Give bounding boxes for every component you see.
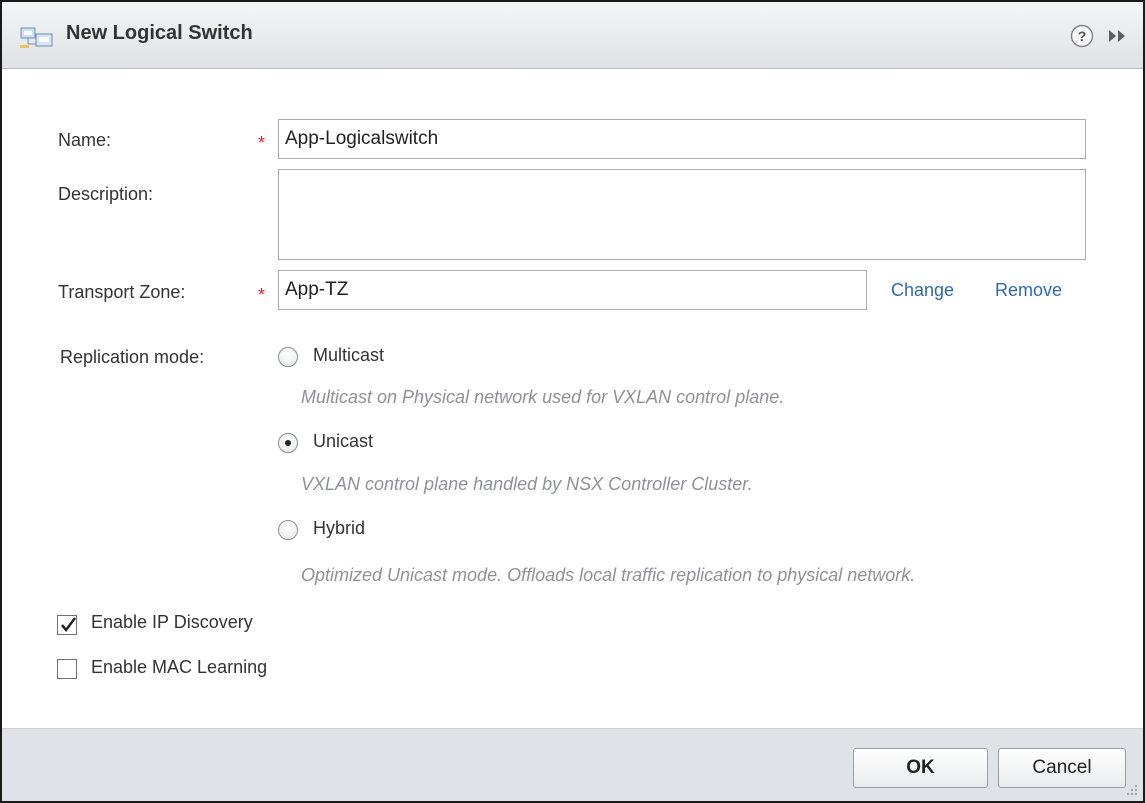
checkmark-icon — [61, 617, 76, 632]
cancel-button[interactable]: Cancel — [998, 748, 1126, 788]
transport-zone-required-marker: * — [258, 285, 266, 305]
logical-switch-icon — [20, 26, 54, 48]
transport-zone-field[interactable] — [278, 270, 867, 310]
hybrid-hint: Optimized Unicast mode. Offloads local t… — [301, 565, 916, 585]
name-field[interactable] — [278, 119, 1086, 159]
replication-mode-label: Replication mode: — [60, 347, 205, 367]
new-logical-switch-dialog: New Logical Switch ? Name: * Description… — [0, 0, 1145, 803]
dialog-titlebar: New Logical Switch ? — [2, 2, 1143, 69]
multicast-hint: Multicast on Physical network used for V… — [301, 387, 785, 407]
hybrid-label[interactable]: Hybrid — [313, 518, 365, 539]
dialog-title: New Logical Switch — [66, 22, 253, 44]
expand-icon[interactable] — [1107, 29, 1129, 43]
multicast-label[interactable]: Multicast — [313, 345, 384, 366]
svg-text:?: ? — [1078, 28, 1087, 44]
ok-button[interactable]: OK — [853, 748, 988, 788]
unicast-hint: VXLAN control plane handled by NSX Contr… — [301, 474, 753, 494]
description-field[interactable] — [278, 169, 1086, 260]
name-label: Name: — [58, 130, 112, 150]
enable-ip-discovery-label[interactable]: Enable IP Discovery — [91, 612, 253, 633]
enable-mac-learning-checkbox[interactable] — [57, 659, 77, 679]
unicast-radio[interactable] — [278, 433, 298, 453]
description-label: Description: — [58, 184, 154, 204]
help-icon[interactable]: ? — [1070, 24, 1094, 48]
multicast-radio[interactable] — [278, 347, 298, 367]
change-transport-zone-link[interactable]: Change — [891, 280, 954, 301]
enable-mac-learning-label[interactable]: Enable MAC Learning — [91, 657, 267, 678]
remove-transport-zone-link[interactable]: Remove — [995, 280, 1062, 301]
name-required-marker: * — [258, 133, 266, 153]
enable-ip-discovery-checkbox[interactable] — [57, 615, 77, 635]
resize-grip-icon[interactable] — [1124, 782, 1138, 796]
unicast-label[interactable]: Unicast — [313, 431, 373, 452]
hybrid-radio[interactable] — [278, 520, 298, 540]
transport-zone-label: Transport Zone: — [58, 282, 186, 302]
